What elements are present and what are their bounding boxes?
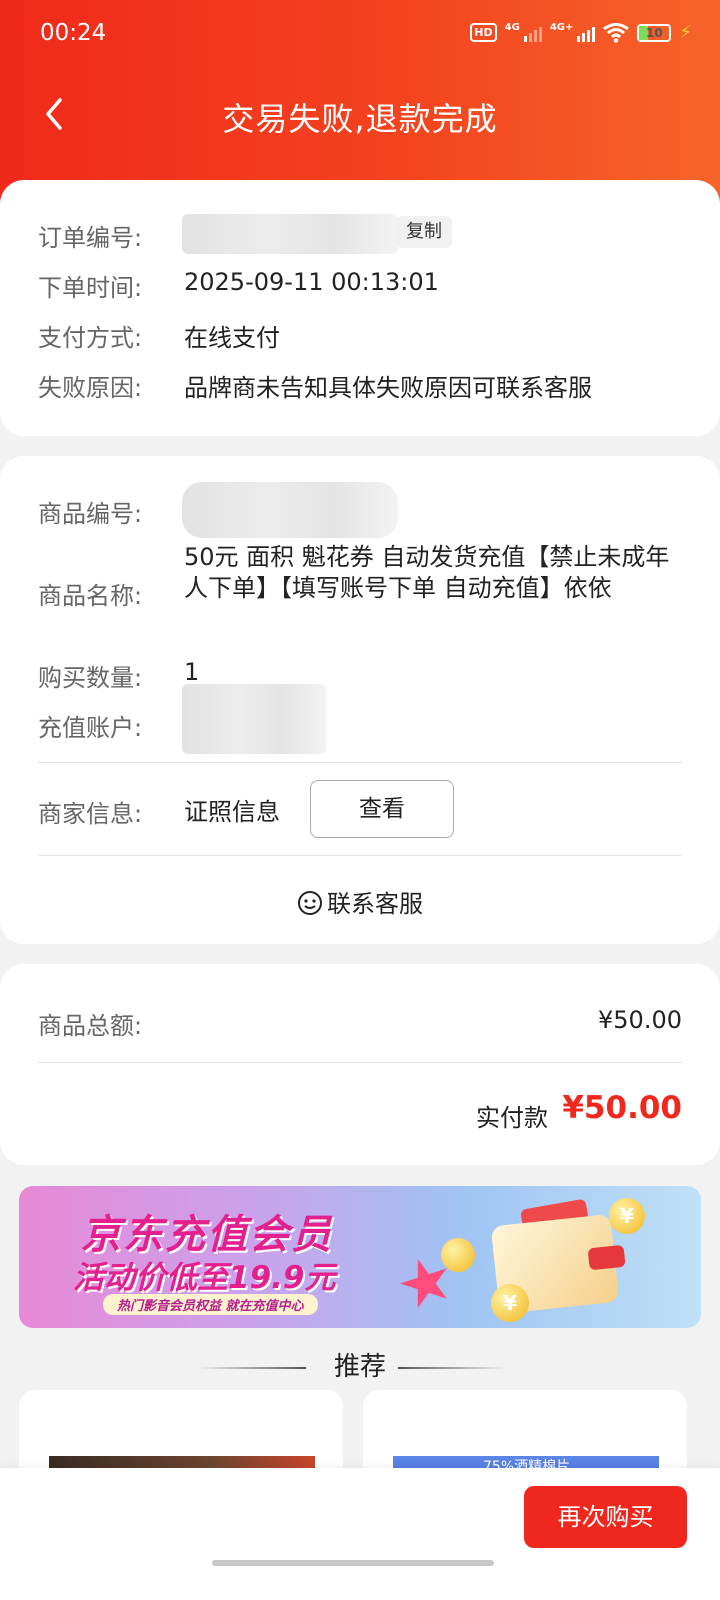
divider bbox=[38, 855, 682, 856]
nav-bar: 交易失败,退款完成 bbox=[0, 80, 720, 150]
bottom-action-bar: 再次购买 bbox=[0, 1468, 720, 1600]
divider-line bbox=[398, 1367, 506, 1369]
yen-coin-icon: ¥ bbox=[609, 1198, 645, 1234]
total-label: 商品总额: bbox=[38, 1012, 143, 1040]
product-info-card: 商品编号: 商品名称: 50元 面积 魁花券 自动发货充值【禁止未成年人下单】【… bbox=[0, 456, 720, 944]
account-label: 充值账户: bbox=[38, 714, 143, 742]
recharge-member-banner[interactable]: 京东充值会员 活动价低至19.9元 热门影音会员权益 就在充值中心 ★ ¥ ¥ bbox=[19, 1186, 701, 1328]
wifi-icon bbox=[603, 22, 630, 43]
merchant-value: 证照信息 bbox=[184, 798, 280, 826]
order-no-label: 订单编号: bbox=[38, 224, 143, 252]
fail-reason-label: 失败原因: bbox=[38, 374, 143, 402]
status-icons: HD 4G 4G+ 10 ⚡ bbox=[470, 22, 692, 43]
status-bar: 00:24 HD 4G 4G+ 10 ⚡ bbox=[0, 0, 720, 70]
contact-service-label: 联系客服 bbox=[327, 890, 423, 918]
recommend-title: 推荐 bbox=[333, 1352, 386, 1382]
paid-value: ¥50.00 bbox=[562, 1090, 682, 1126]
buy-again-button[interactable]: 再次购买 bbox=[524, 1486, 687, 1548]
network-type-1: 4G bbox=[504, 22, 520, 33]
merchant-label: 商家信息: bbox=[38, 800, 143, 828]
quantity-label: 购买数量: bbox=[38, 664, 143, 692]
divider bbox=[38, 762, 682, 763]
copy-button[interactable]: 复制 bbox=[396, 216, 452, 248]
order-time-value: 2025-09-11 00:13:01 bbox=[184, 268, 439, 296]
paid-label: 实付款 bbox=[476, 1104, 548, 1132]
battery-icon: 10 bbox=[637, 23, 672, 42]
hd-icon: HD bbox=[470, 23, 497, 42]
charging-icon: ⚡ bbox=[679, 22, 692, 43]
order-no-redacted bbox=[182, 214, 398, 254]
divider bbox=[38, 1062, 682, 1063]
home-indicator[interactable] bbox=[212, 1560, 494, 1566]
banner-price-text: 活动价低至19.9元 bbox=[73, 1260, 336, 1296]
payment-value: 在线支付 bbox=[184, 324, 280, 352]
yen-coin-icon: ¥ bbox=[491, 1284, 529, 1322]
product-no-label: 商品编号: bbox=[38, 500, 143, 528]
page-title: 交易失败,退款完成 bbox=[222, 100, 498, 138]
order-time-label: 下单时间: bbox=[38, 274, 143, 302]
view-license-button[interactable]: 查看 bbox=[310, 780, 454, 838]
smile-icon bbox=[298, 891, 322, 915]
coin-icon bbox=[441, 1238, 475, 1272]
signal-icon-2 bbox=[577, 24, 596, 42]
network-type-2: 4G+ bbox=[549, 22, 574, 33]
product-no-redacted bbox=[182, 482, 398, 538]
banner-tagline: 热门影音会员权益 就在充值中心 bbox=[103, 1294, 318, 1315]
amount-card: 商品总额: ¥50.00 实付款 ¥50.00 bbox=[0, 964, 720, 1165]
contact-service-button[interactable]: 联系客服 bbox=[0, 884, 720, 919]
order-info-card: 订单编号: 复制 下单时间: 2025-09-11 00:13:01 支付方式:… bbox=[0, 180, 720, 436]
payment-label: 支付方式: bbox=[38, 324, 143, 352]
quantity-value: 1 bbox=[184, 658, 200, 686]
product-name-label: 商品名称: bbox=[38, 582, 143, 610]
fail-reason-value: 品牌商未告知具体失败原因可联系客服 bbox=[184, 374, 592, 402]
signal-icon-1 bbox=[523, 24, 542, 42]
product-name-value: 50元 面积 魁花券 自动发货充值【禁止未成年人下单】【填写账号下单 自动充值】… bbox=[184, 543, 670, 602]
account-redacted bbox=[182, 684, 326, 754]
total-value: ¥50.00 bbox=[598, 1006, 682, 1034]
status-time: 00:24 bbox=[40, 20, 107, 46]
